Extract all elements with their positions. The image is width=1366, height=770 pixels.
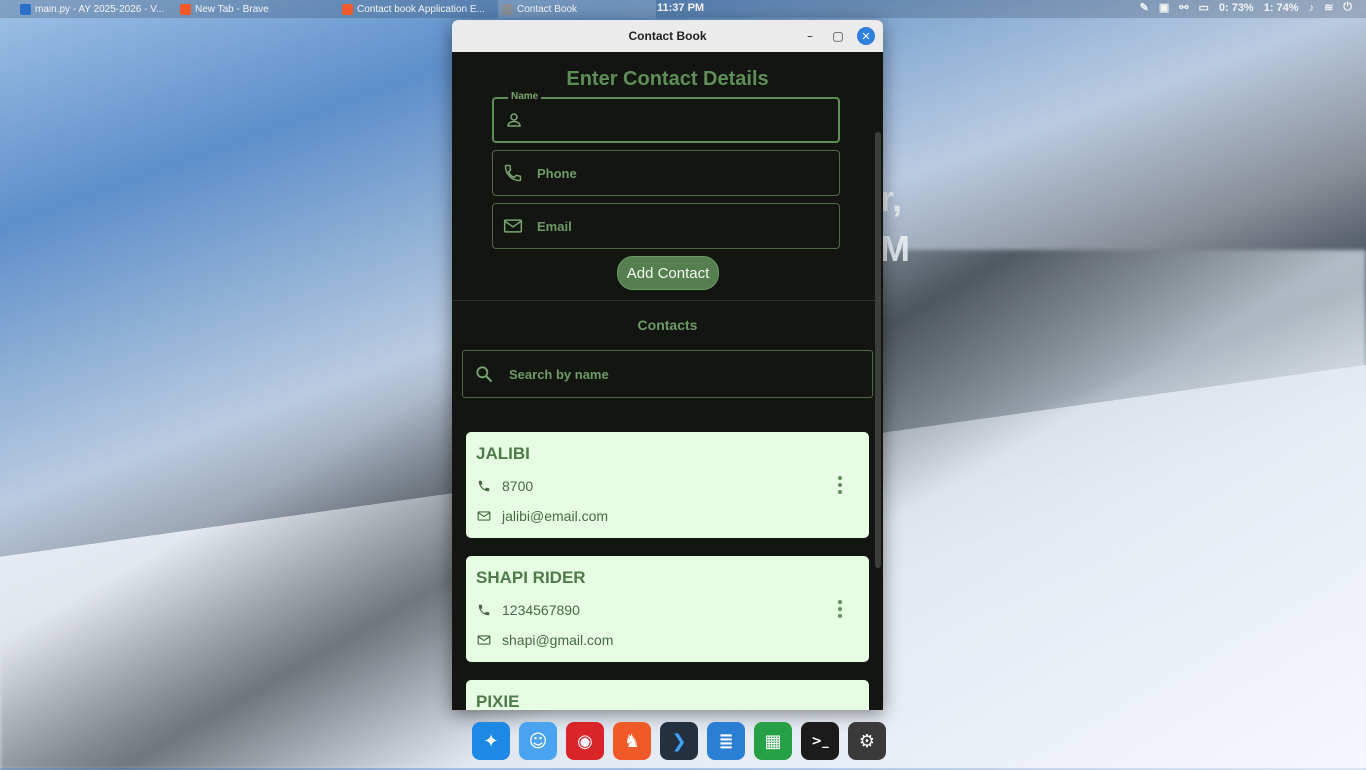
- contact-card[interactable]: PIXIE: [466, 680, 869, 710]
- contact-email-row: jalibi@email.com: [476, 508, 608, 524]
- brave-icon: [180, 3, 191, 15]
- taskbar-item-label: Contact book Application E...: [357, 3, 485, 15]
- name-field[interactable]: Name: [492, 91, 840, 143]
- minimize-button[interactable]: –: [802, 28, 818, 44]
- battery-status: 0: 73%: [1218, 1, 1254, 14]
- terminal-icon[interactable]: >_: [801, 722, 839, 760]
- top-panel: main.py - AY 2025-2026 - V... New Tab - …: [0, 0, 1366, 18]
- contact-name: SHAPI RIDER: [476, 568, 586, 587]
- phone-icon: [476, 478, 492, 494]
- contact-card[interactable]: SHAPI RIDER 1234567890 shapi@gmail.com: [466, 556, 869, 662]
- email-field[interactable]: Email: [492, 203, 840, 249]
- mail-icon: [476, 632, 492, 648]
- clock[interactable]: 11:37 PM: [657, 2, 704, 14]
- person-icon: [504, 110, 524, 130]
- vscode-icon[interactable]: ❯: [660, 722, 698, 760]
- form-heading: Enter Contact Details: [566, 68, 769, 90]
- vscode-icon: [20, 3, 31, 15]
- battery-icon[interactable]: ▭: [1198, 1, 1208, 14]
- taskbar-item-vscode[interactable]: main.py - AY 2025-2026 - V...: [16, 0, 174, 18]
- contact-book-window: Contact Book – ▢ ✕ Enter Contact Details…: [452, 20, 883, 710]
- contact-email-row: shapi@gmail.com: [476, 632, 613, 648]
- background-text-2: M: [880, 228, 910, 269]
- taskbar-item-brave-newtab[interactable]: New Tab - Brave: [176, 0, 334, 18]
- brave-icon: [342, 3, 353, 15]
- app-window-icon: [502, 3, 513, 15]
- contacts-heading: Contacts: [637, 317, 698, 333]
- close-button[interactable]: ✕: [857, 27, 875, 45]
- taskbar-item-label: main.py - AY 2025-2026 - V...: [35, 3, 165, 15]
- phone-field[interactable]: Phone: [492, 150, 840, 196]
- more-options-icon[interactable]: [837, 600, 843, 618]
- more-options-icon[interactable]: [837, 476, 843, 494]
- spreadsheet-icon[interactable]: ▦: [754, 722, 792, 760]
- document-viewer-icon[interactable]: ≣: [707, 722, 745, 760]
- phone-placeholder: Phone: [537, 165, 577, 181]
- window-titlebar[interactable]: Contact Book – ▢ ✕: [452, 20, 883, 52]
- settings-icon[interactable]: ⚙: [848, 722, 886, 760]
- screenshot-icon[interactable]: ◉: [566, 722, 604, 760]
- phone-icon: [476, 602, 492, 618]
- maximize-button[interactable]: ▢: [830, 28, 846, 44]
- taskbar-item-label: Contact Book: [517, 3, 578, 15]
- email-placeholder: Email: [537, 218, 572, 234]
- window-title: Contact Book: [628, 29, 707, 43]
- launcher-icon[interactable]: ✦: [472, 722, 510, 760]
- search-icon: [473, 363, 495, 385]
- contact-email: jalibi@email.com: [502, 508, 609, 524]
- pen-icon[interactable]: ✎: [1140, 1, 1149, 14]
- contact-phone: 8700: [502, 478, 534, 494]
- background-text-1: r,: [880, 178, 903, 219]
- contact-card[interactable]: JALIBI 8700 jalibi@email.com: [466, 432, 869, 538]
- contact-phone-row: 8700: [476, 478, 533, 494]
- battery-status-2: 1: 74%: [1263, 1, 1299, 14]
- search-placeholder: Search by name: [509, 366, 609, 382]
- search-input[interactable]: Search by name: [462, 350, 873, 398]
- taskbar-item-brave-contactbook[interactable]: Contact book Application E...: [338, 0, 496, 18]
- network-share-icon[interactable]: ⚯: [1179, 1, 1188, 14]
- window-content: Enter Contact Details Name Phone Email A…: [452, 52, 883, 710]
- camera-icon[interactable]: ▣: [1159, 1, 1169, 14]
- power-icon[interactable]: ⏻: [1343, 1, 1352, 14]
- taskbar-item-contact-book[interactable]: Contact Book: [498, 0, 656, 18]
- contact-name: PIXIE: [476, 692, 520, 710]
- dock: ✦ ☺ ◉ ♞ ❯ ≣ ▦ >_ ⚙: [472, 722, 886, 762]
- contact-phone-row: 1234567890: [476, 602, 580, 618]
- system-tray: ✎ ▣ ⚯ ▭ 0: 73% 1: 74% ♪ ≋ ⏻: [1140, 1, 1352, 14]
- contact-email: shapi@gmail.com: [502, 632, 614, 648]
- mail-icon: [476, 508, 492, 524]
- contact-name: JALIBI: [476, 444, 530, 463]
- brave-icon[interactable]: ♞: [613, 722, 651, 760]
- name-field-label: Name: [508, 91, 542, 102]
- phone-icon: [503, 163, 523, 183]
- add-contact-button[interactable]: Add Contact: [617, 256, 719, 290]
- taskbar-item-label: New Tab - Brave: [195, 3, 269, 15]
- finder-icon[interactable]: ☺: [519, 722, 557, 760]
- scrollbar[interactable]: [875, 132, 881, 568]
- mail-icon: [503, 216, 523, 236]
- volume-icon[interactable]: ♪: [1309, 2, 1315, 14]
- section-divider: [452, 300, 880, 301]
- wifi-icon[interactable]: ≋: [1324, 1, 1333, 14]
- contact-phone: 1234567890: [502, 602, 580, 618]
